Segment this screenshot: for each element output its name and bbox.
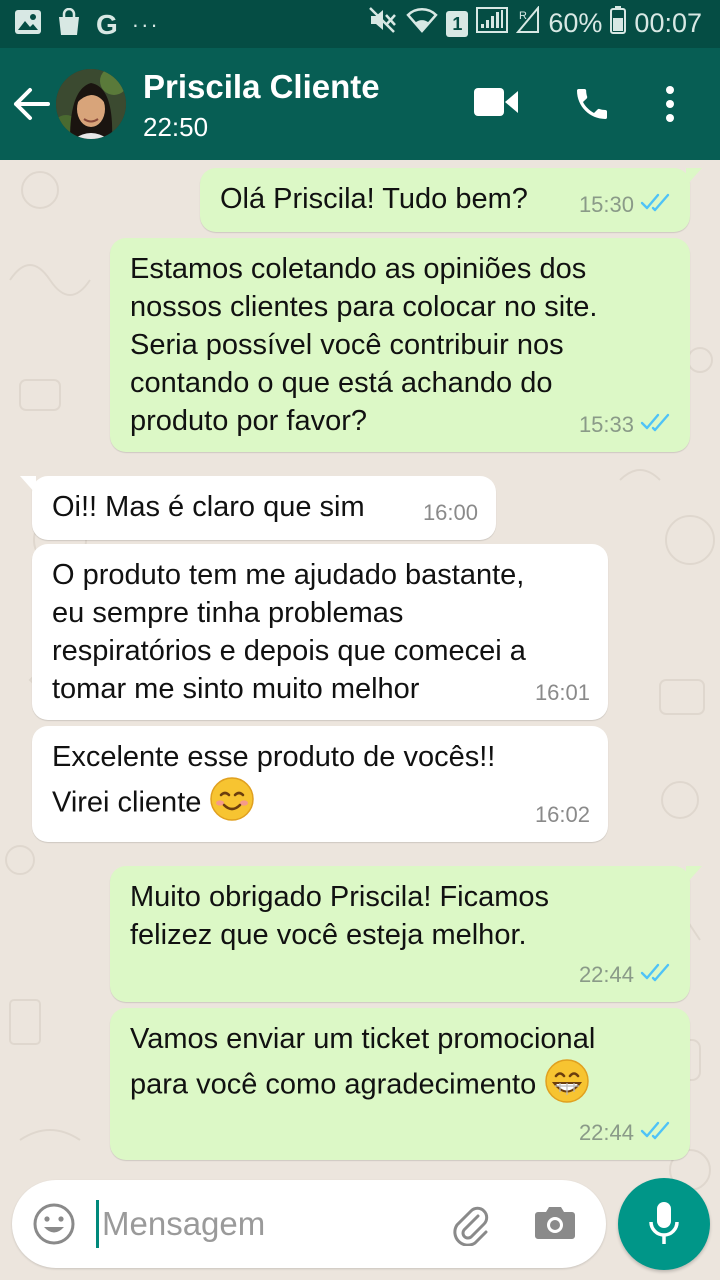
bubble-tail: [20, 476, 36, 494]
message-input[interactable]: [102, 1196, 432, 1252]
message-text: Vamos enviar um ticket promocional para …: [130, 1020, 670, 1114]
message-meta: 22:44: [579, 956, 672, 994]
attach-clip-icon[interactable]: [448, 1202, 492, 1251]
message-time: 16:02: [534, 802, 590, 827]
message-time: 16:00: [422, 500, 478, 525]
outgoing-message[interactable]: Estamos coletando as opiniões dos nossos…: [110, 238, 690, 452]
message-text: Oi!! Mas é claro que sim: [52, 491, 365, 523]
image-icon: [14, 9, 42, 40]
mute-icon: [368, 6, 398, 41]
back-arrow-icon[interactable]: [12, 86, 52, 127]
bubble-tail: [686, 168, 702, 186]
incoming-message[interactable]: Excelente esse produto de vocês!! Virei …: [32, 726, 608, 842]
shopping-bag-icon: [56, 7, 82, 41]
sim-badge: 1: [446, 10, 469, 37]
svg-text:R: R: [519, 10, 527, 22]
signal-icon: [476, 6, 509, 41]
incoming-message[interactable]: O produto tem me ajudado bastante, eu se…: [32, 544, 608, 720]
message-time: 22:44: [578, 1120, 634, 1145]
outgoing-message[interactable]: Vamos enviar um ticket promocional para …: [110, 1008, 690, 1160]
wifi-icon: [406, 7, 439, 40]
grinning-face-icon: [544, 1058, 590, 1114]
read-receipt-icon: [640, 186, 672, 224]
chat-area[interactable]: Olá Priscila! Tudo bem? 15:30 Estamos cole…: [0, 160, 720, 1280]
bubble-tail: [686, 866, 702, 884]
smiling-face-icon: [209, 776, 255, 832]
battery-icon: [610, 6, 627, 41]
signal-roaming-icon: R: [516, 5, 540, 41]
message-time: 22:44: [578, 962, 634, 987]
message-meta: 15:30: [579, 186, 672, 224]
phone-call-icon[interactable]: [572, 84, 612, 129]
message-text: O produto tem me ajudado bastante, eu se…: [52, 559, 526, 705]
message-time: 16:01: [534, 680, 590, 705]
more-options-icon[interactable]: [664, 84, 676, 129]
message-meta: 16:00: [423, 494, 478, 532]
message-meta: 16:01: [535, 674, 590, 712]
clock: 00:07: [634, 8, 702, 38]
emoji-picker-icon[interactable]: [32, 1202, 76, 1251]
google-icon: G: [96, 8, 118, 40]
read-receipt-icon: [640, 406, 672, 444]
status-bar-left: G ···: [14, 7, 160, 41]
message-meta: 15:33: [579, 406, 672, 444]
video-call-icon[interactable]: [474, 88, 518, 121]
status-bar-right: 1 R 60% 00:07: [368, 5, 702, 41]
incoming-message[interactable]: Oi!! Mas é claro que sim 16:00: [20, 476, 496, 540]
microphone-icon: [648, 1200, 680, 1253]
message-time: 15:33: [578, 412, 634, 437]
camera-icon[interactable]: [534, 1204, 576, 1245]
battery-percent: 60%: [548, 8, 603, 38]
voice-record-button[interactable]: [618, 1178, 710, 1270]
message-meta: 22:44: [579, 1114, 672, 1152]
avatar[interactable]: [56, 69, 126, 139]
outgoing-message[interactable]: Muito obrigado Priscila! Ficamos felizez…: [110, 866, 702, 1002]
message-meta: 16:02: [535, 796, 590, 834]
contact-last-seen: 22:50: [143, 112, 209, 142]
read-receipt-icon: [640, 1114, 672, 1152]
message-text: Excelente esse produto de vocês!! Virei …: [52, 738, 588, 832]
more-dots-icon: ···: [131, 11, 160, 37]
outgoing-message[interactable]: Olá Priscila! Tudo bem? 15:30: [200, 168, 702, 232]
text-cursor: [96, 1200, 99, 1248]
read-receipt-icon: [640, 956, 672, 994]
message-composer: [12, 1180, 606, 1268]
chat-header: Priscila Cliente 22:50: [0, 48, 720, 160]
contact-name[interactable]: Priscila Cliente: [143, 68, 380, 106]
message-text: Muito obrigado Priscila! Ficamos felizez…: [130, 881, 550, 951]
status-bar: G ··· 1 R 60% 00:07: [0, 0, 720, 48]
message-time: 15:30: [578, 192, 634, 217]
